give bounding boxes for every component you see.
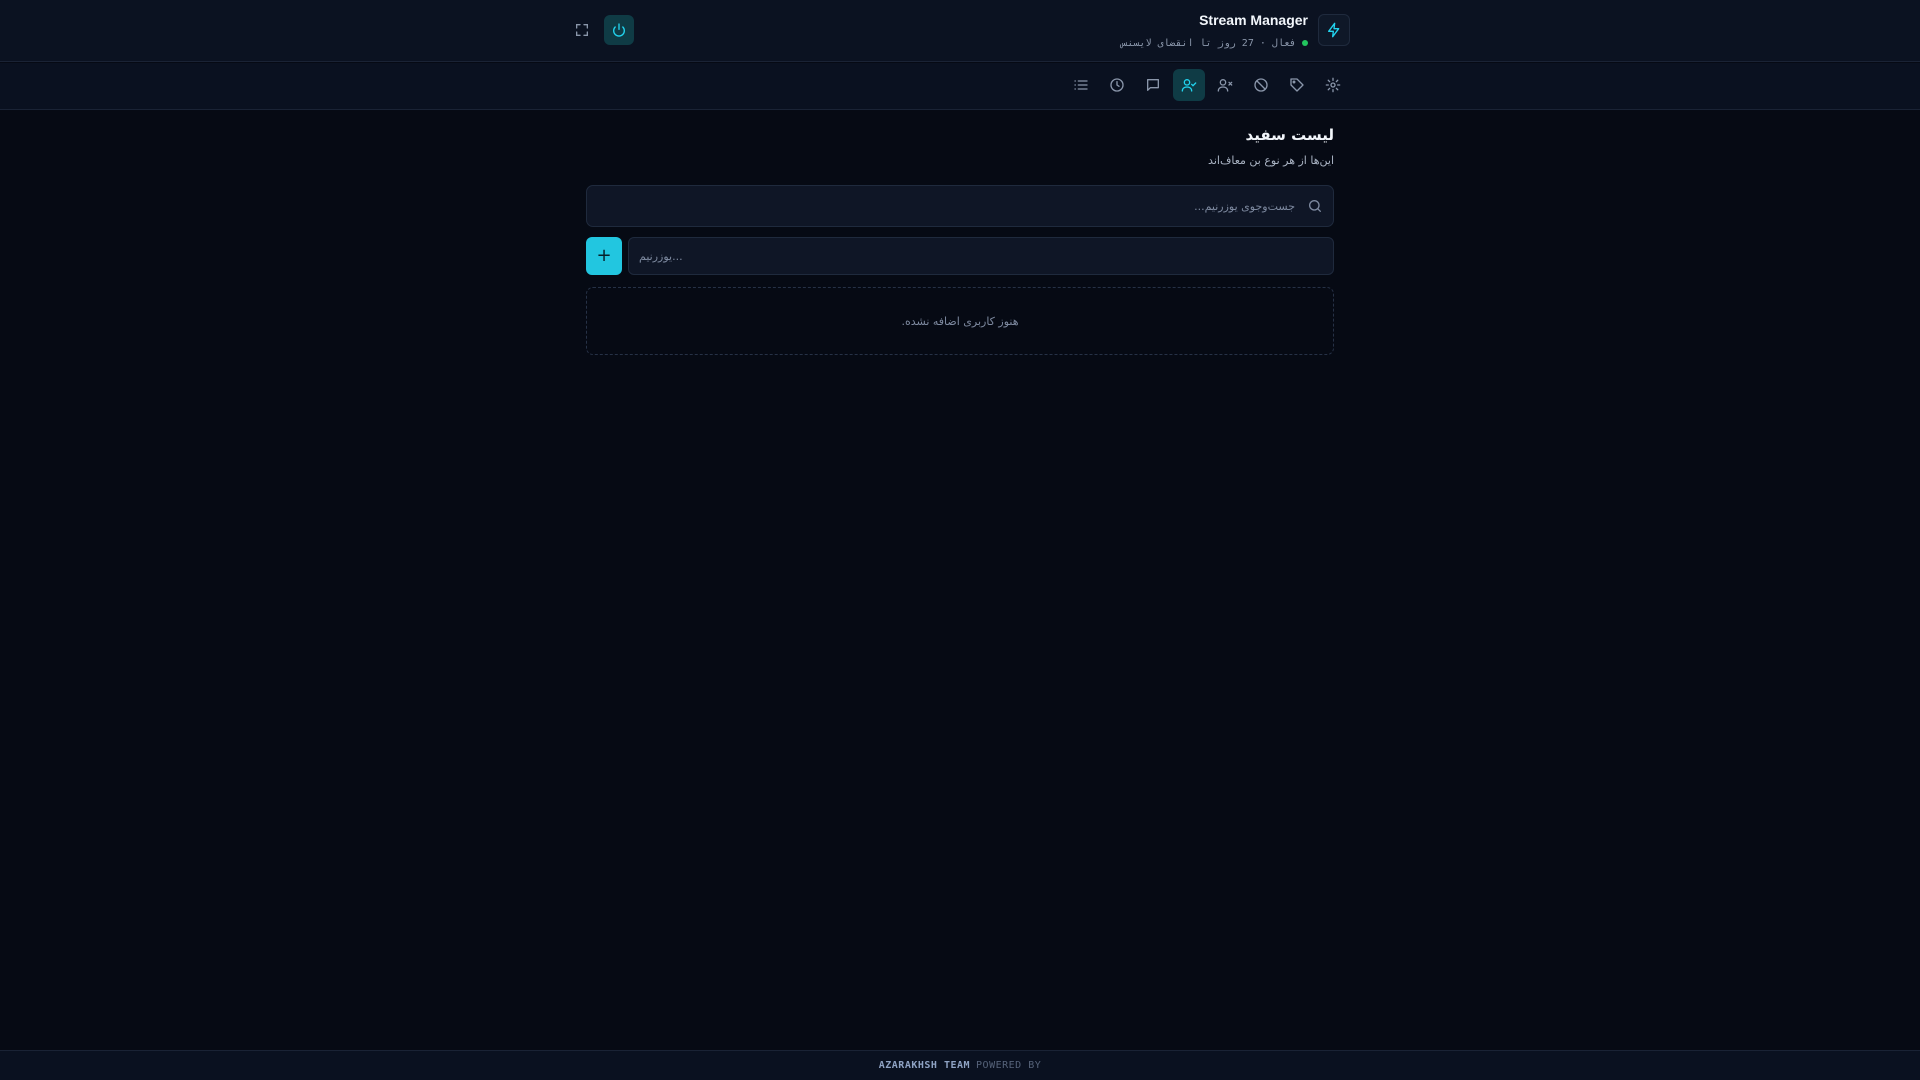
power-icon	[613, 23, 625, 37]
ban-icon	[1254, 78, 1268, 92]
search-icon	[1309, 200, 1321, 212]
search-box	[586, 185, 1334, 227]
license-status: فعال · 27 روز تا انقضای لایسنس	[1121, 36, 1308, 50]
tab-blacklist[interactable]	[1209, 69, 1241, 101]
tab-history[interactable]	[1101, 69, 1133, 101]
username-input[interactable]	[628, 237, 1334, 275]
brand-logo-button[interactable]	[1318, 14, 1350, 46]
status-indicator-dot	[1302, 40, 1308, 46]
footer-team: AZARAKHSH TEAM	[878, 1060, 971, 1071]
user-x-icon	[1217, 79, 1233, 92]
tab-list[interactable]	[1065, 69, 1097, 101]
tab-tags[interactable]	[1281, 69, 1313, 101]
tag-icon	[1290, 78, 1304, 92]
settings-icon	[1325, 77, 1341, 93]
fullscreen-icon	[576, 24, 588, 36]
tab-messages[interactable]	[1137, 69, 1169, 101]
app-header: Stream Manager فعال · 27 روز تا انقضای ل…	[0, 0, 1920, 62]
app-title: Stream Manager	[1199, 12, 1308, 28]
empty-state: هنوز کاربری اضافه نشده.	[586, 287, 1334, 355]
toolbar	[0, 63, 1920, 110]
section-subtitle: این‌ها از هر نوع بن معاف‌اند	[1208, 154, 1334, 167]
empty-state-text: هنوز کاربری اضافه نشده.	[901, 314, 1019, 328]
clock-icon	[1110, 78, 1124, 92]
search-input[interactable]	[605, 186, 1295, 226]
tab-bans[interactable]	[1245, 69, 1277, 101]
power-button[interactable]	[604, 15, 634, 45]
license-status-text: فعال · 27 روز تا انقضای لایسنس	[1121, 37, 1296, 49]
footer-powered-by: POWERED BY	[976, 1060, 1042, 1071]
lightning-icon	[1328, 22, 1340, 38]
add-user-button-label: +	[596, 245, 612, 266]
user-check-icon	[1181, 79, 1197, 92]
add-user-button[interactable]: +	[586, 237, 622, 275]
list-icon	[1074, 80, 1088, 90]
footer: AZARAKHSH TEAM POWERED BY	[0, 1050, 1920, 1080]
tab-whitelist[interactable]	[1173, 69, 1205, 101]
message-icon	[1147, 79, 1159, 91]
fullscreen-button[interactable]	[570, 18, 594, 42]
section-title: لیست سفید	[1245, 126, 1334, 144]
tab-settings[interactable]	[1317, 69, 1349, 101]
